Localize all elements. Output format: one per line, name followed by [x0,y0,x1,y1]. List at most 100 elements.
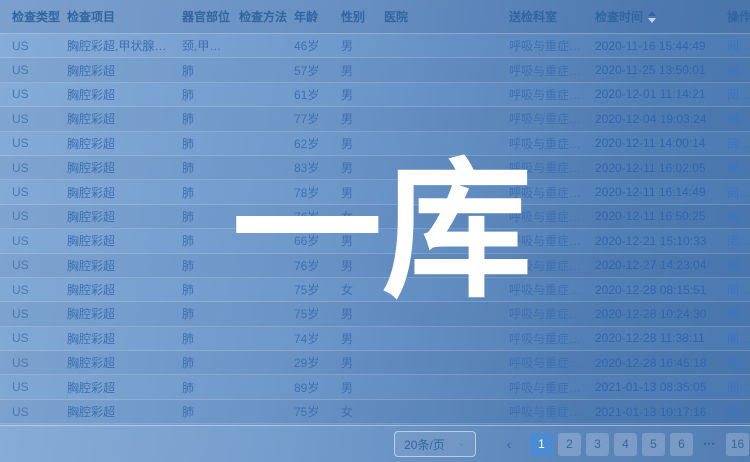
cell-department: 呼吸与重症医... [509,86,595,103]
cell-exam-item: 胸腔彩超 [67,281,182,298]
column-header-label: 医院 [384,8,408,25]
cell-organ: 肺 [182,62,239,79]
page-button[interactable]: 6 [670,433,693,456]
cell-exam-item: 胸腔彩超,甲状腺彩超 [67,37,182,54]
sort-caret-icon[interactable] [648,11,656,23]
view-images-link[interactable]: 阅片 [727,37,750,54]
page-ellipsis[interactable]: ••• [698,433,721,456]
cell-age: 29岁 [294,354,341,371]
cell-exam-item: 胸腔彩超 [67,159,182,176]
page-size-select[interactable]: 20条/页 ⌄ [394,431,476,457]
cell-age: 76岁 [294,208,341,225]
cell-exam-type: US [12,380,67,394]
cell-age: 76岁 [294,257,341,274]
column-header: 年龄 [294,8,341,25]
view-images-link[interactable]: 阅片 [727,232,750,249]
table-row[interactable]: US 胸腔彩超 肺 57岁 男 呼吸与重症医... 2020-11-25 13:… [0,58,750,82]
cell-gender: 男 [341,379,384,396]
cell-gender: 男 [341,159,384,176]
view-images-link[interactable]: 阅片 [727,62,750,79]
cell-exam-time: 2021-01-13 08:35:05 [595,380,727,394]
column-header: 送检科室 [509,8,595,25]
page-button[interactable]: 1 [530,433,553,456]
view-images-link[interactable]: 阅片 [727,305,750,322]
cell-exam-time: 2020-12-11 16:50:25 [595,209,727,223]
column-header[interactable]: 检查时间 [595,8,727,25]
table-row[interactable]: US 胸腔彩超 肺 76岁 男 呼吸与重症医... 2020-12-27 14:… [0,254,750,278]
table-row[interactable]: US 胸腔彩超 肺 66岁 男 呼吸与重症医... 2020-12-21 15:… [0,229,750,253]
column-header-label: 检查项目 [67,8,115,25]
cell-age: 46岁 [294,37,341,54]
cell-organ: 肺 [182,159,239,176]
view-images-link[interactable]: 阅片 [727,354,750,371]
cell-exam-type: US [12,234,67,248]
cell-gender: 男 [341,62,384,79]
page-button[interactable]: 4 [614,433,637,456]
cell-exam-time: 2020-12-28 16:45:18 [595,356,727,370]
page-button[interactable]: 3 [586,433,609,456]
cell-gender: 男 [341,184,384,201]
cell-exam-time: 2020-12-28 11:38:11 [595,331,727,345]
table-row[interactable]: US 胸腔彩超,甲状腺彩超 颈,甲状... 46岁 男 呼吸与重症医... 20… [0,34,750,58]
cell-organ: 肺 [182,232,239,249]
view-images-link[interactable]: 阅片 [727,184,750,201]
cell-age: 89岁 [294,379,341,396]
view-images-link[interactable]: 阅片 [727,330,750,347]
cell-organ: 肺 [182,184,239,201]
column-header: 医院 [384,8,509,25]
cell-exam-time: 2020-12-01 11:14:21 [595,87,727,101]
column-header-label: 送检科室 [509,8,557,25]
page-button[interactable]: 16 [726,433,749,456]
cell-gender: 男 [341,354,384,371]
cell-gender: 女 [341,281,384,298]
column-header: 检查项目 [67,8,182,25]
cell-department: 呼吸与重症医... [509,135,595,152]
column-header-label: 操作 [727,8,750,25]
view-images-link[interactable]: 阅片 [727,86,750,103]
cell-gender: 女 [341,403,384,420]
table-row[interactable]: US 胸腔彩超 肺 62岁 男 呼吸与重症医... 2020-12-11 14:… [0,132,750,156]
cell-organ: 肺 [182,86,239,103]
table-row[interactable]: US 胸腔彩超 肺 29岁 男 呼吸与重症医... 2020-12-28 16:… [0,351,750,375]
table-row[interactable]: US 胸腔彩超 肺 89岁 男 呼吸与重症医... 2021-01-13 08:… [0,375,750,399]
column-header-label: 检查方法 [239,8,287,25]
cell-exam-time: 2020-12-21 15:10:33 [595,234,727,248]
view-images-link[interactable]: 阅片 [727,281,750,298]
page-button[interactable]: 2 [558,433,581,456]
table-row[interactable]: US 胸腔彩超 肺 76岁 女 呼吸与重症医... 2020-12-11 16:… [0,205,750,229]
view-images-link[interactable]: 阅片 [727,135,750,152]
table-row[interactable]: US 胸腔彩超 肺 77岁 男 呼吸与重症医... 2020-12-04 19:… [0,107,750,131]
view-images-link[interactable]: 阅片 [727,159,750,176]
column-header-label: 检查时间 [595,8,643,25]
table-row[interactable]: US 胸腔彩超 肺 75岁 男 呼吸与重症医... 2020-12-28 10:… [0,302,750,326]
view-images-link[interactable]: 阅片 [727,379,750,396]
page-button[interactable]: 5 [642,433,665,456]
view-images-link[interactable]: 阅片 [727,403,750,420]
prev-page-button[interactable]: ‹ [499,436,519,452]
cell-department: 呼吸与重症医... [509,159,595,176]
view-images-link[interactable]: 阅片 [727,208,750,225]
cell-department: 呼吸与重症医... [509,232,595,249]
column-header-label: 年龄 [294,8,318,25]
cell-age: 75岁 [294,281,341,298]
cell-organ: 肺 [182,330,239,347]
cell-age: 74岁 [294,330,341,347]
column-header: 操作 [727,8,750,25]
cell-age: 61岁 [294,86,341,103]
cell-organ: 肺 [182,305,239,322]
table-row[interactable]: US 胸腔彩超 肺 74岁 男 呼吸与重症医... 2020-12-28 11:… [0,327,750,351]
table-row[interactable]: US 胸腔彩超 肺 83岁 男 呼吸与重症医... 2020-12-11 16:… [0,156,750,180]
cell-exam-item: 胸腔彩超 [67,354,182,371]
pagination-bar: 20条/页 ⌄ ‹ 123456•••16 [0,425,750,462]
cell-organ: 肺 [182,110,239,127]
view-images-link[interactable]: 阅片 [727,110,750,127]
table-row[interactable]: US 胸腔彩超 肺 75岁 女 呼吸与重症医... 2020-12-28 08:… [0,278,750,302]
cell-exam-type: US [12,185,67,199]
table-row[interactable]: US 胸腔彩超 肺 78岁 男 呼吸与重症医... 2020-12-11 16:… [0,180,750,204]
table-row[interactable]: US 胸腔彩超 肺 75岁 女 呼吸与重症医... 2021-01-13 10:… [0,400,750,424]
view-images-link[interactable]: 阅片 [727,257,750,274]
cell-exam-item: 胸腔彩超 [67,208,182,225]
cell-organ: 肺 [182,135,239,152]
table-row[interactable]: US 胸腔彩超 肺 61岁 男 呼吸与重症医... 2020-12-01 11:… [0,83,750,107]
cell-organ: 颈,甲状... [182,37,239,54]
